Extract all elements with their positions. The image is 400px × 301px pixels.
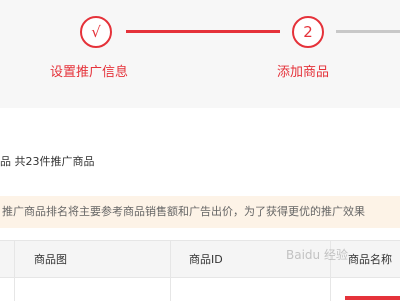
step-connector-inactive	[336, 30, 400, 33]
column-divider	[14, 241, 15, 301]
column-header-product-image: 商品图	[34, 253, 67, 266]
table-row-action-button[interactable]	[345, 296, 400, 300]
step-1-label: 设置推广信息	[50, 65, 129, 80]
column-divider	[170, 241, 171, 301]
step-2-number-icon: 2	[292, 16, 324, 48]
step-1-check-icon: √	[80, 16, 112, 48]
step-connector-active	[126, 30, 280, 33]
ranking-notice: 推广商品排名将主要参考商品销售额和广告出价，为了获得更优的推广效果	[0, 196, 400, 228]
step-2-label: 添加商品	[277, 65, 330, 80]
progress-stepper: √ 2 设置推广信息 添加商品	[0, 0, 400, 108]
product-count-summary: 品 共23件推广商品	[0, 155, 95, 168]
column-header-product-id: 商品ID	[189, 253, 223, 266]
column-header-product-name: 商品名称	[348, 253, 392, 266]
watermark-logo: Baidu 经验	[286, 248, 348, 262]
